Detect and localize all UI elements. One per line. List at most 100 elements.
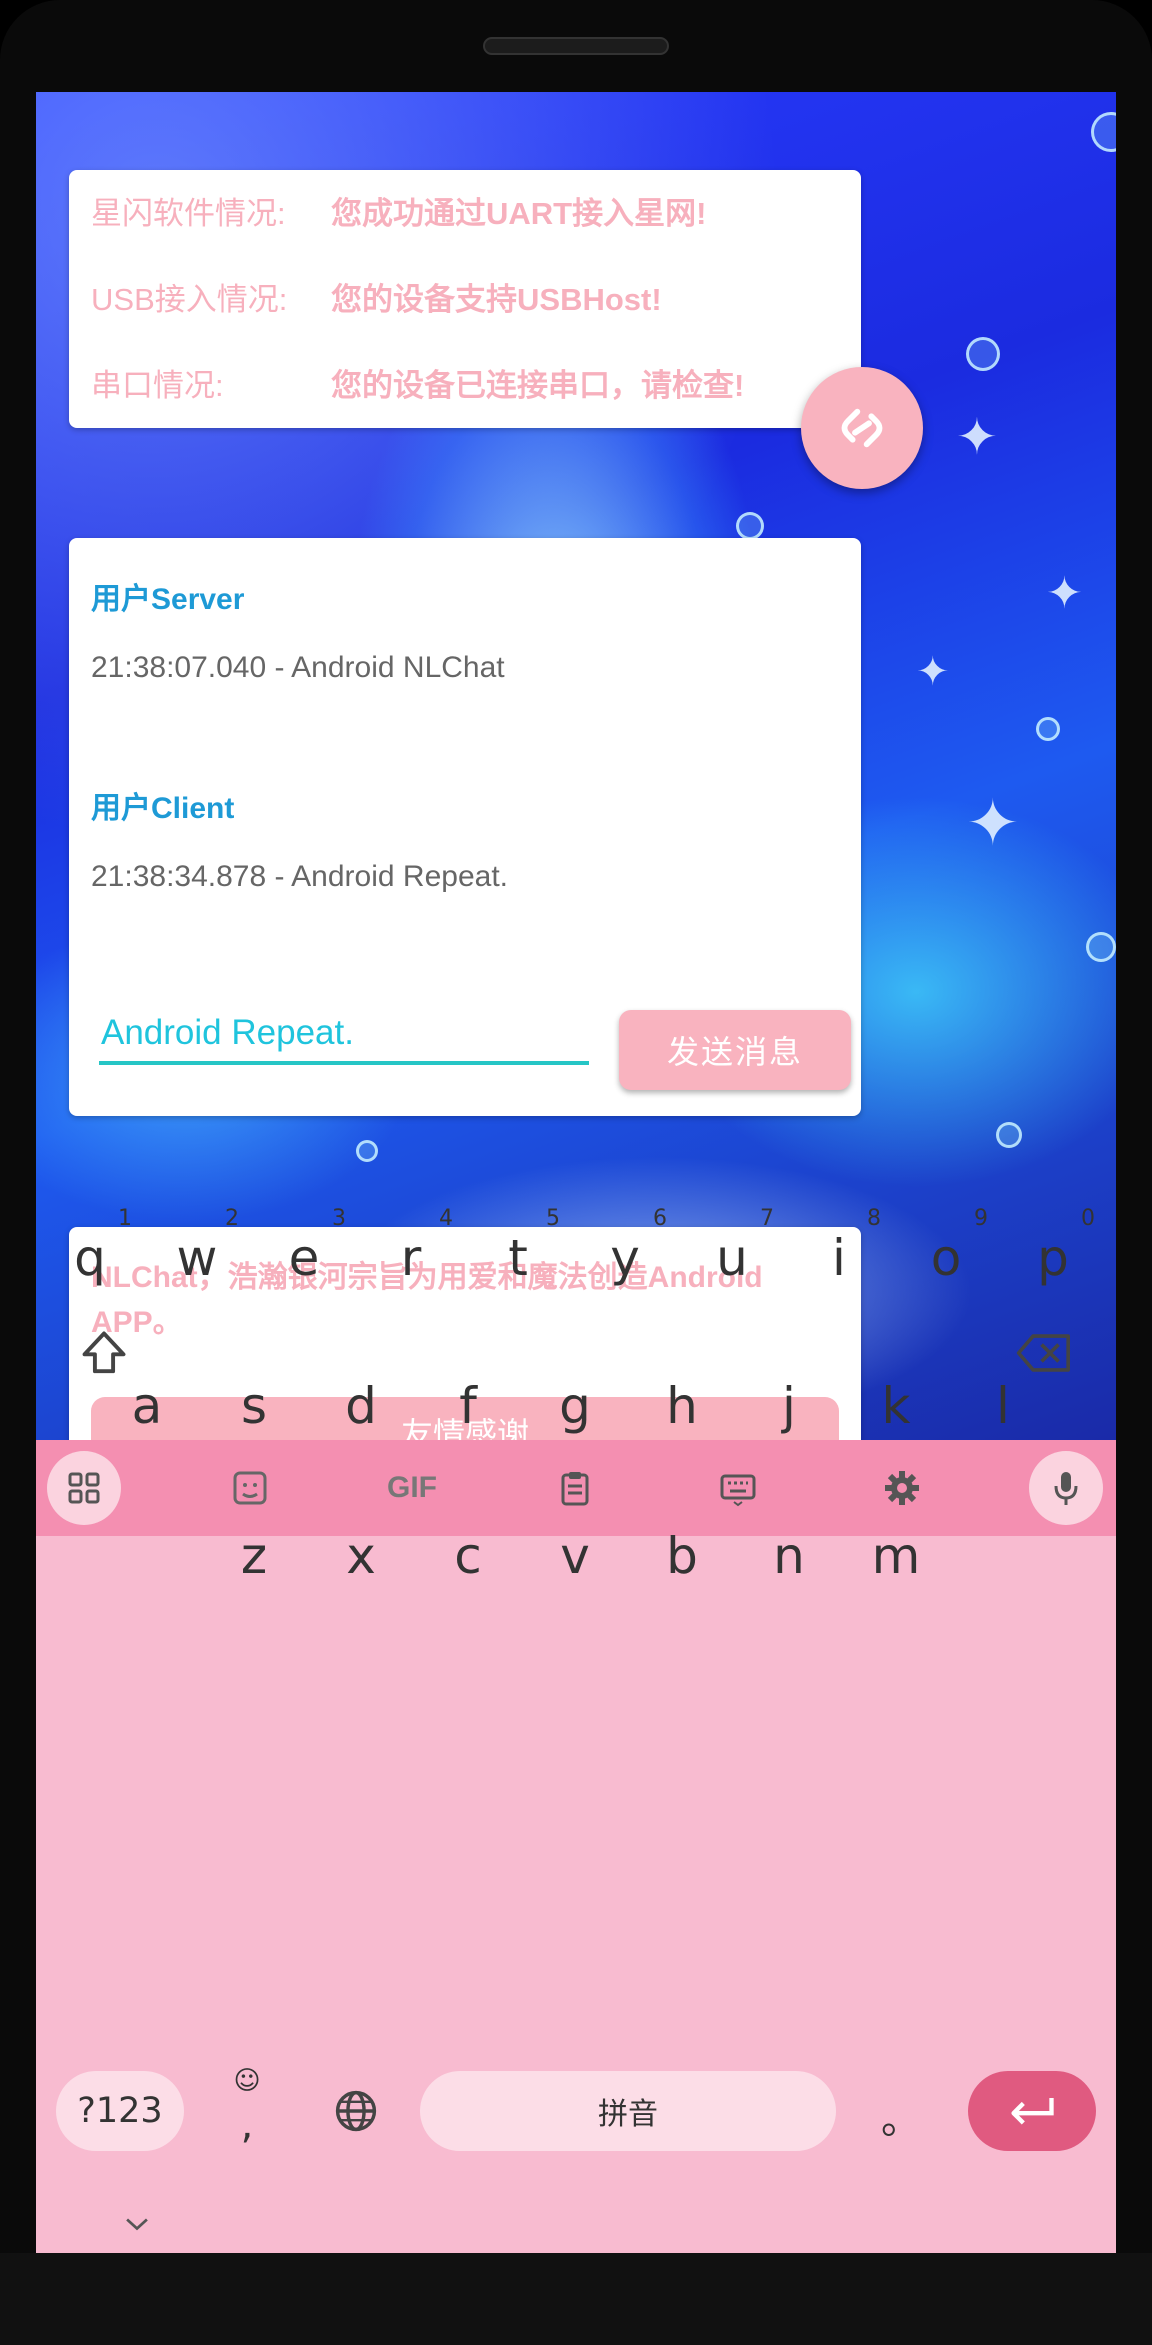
key-d[interactable]: d — [311, 1356, 411, 1456]
status-label: 星闪软件情况: — [91, 196, 286, 231]
emoji-hint: ☺ — [233, 2066, 261, 2096]
key-label: u — [716, 1229, 748, 1287]
manta-ray-icon: ✦ — [966, 787, 1020, 861]
symbols-key[interactable]: ?123 — [56, 2071, 184, 2151]
key-label: o — [930, 1229, 962, 1287]
key-number-hint: 0 — [1081, 1206, 1095, 1231]
key-r[interactable]: r4 — [361, 1206, 461, 1308]
backspace-key[interactable] — [1004, 1318, 1084, 1388]
key-z[interactable]: z — [204, 1506, 304, 1606]
key-p[interactable]: p0 — [1003, 1206, 1103, 1308]
status-value: 您的设备支持USBHost! — [331, 282, 662, 317]
key-label: v — [560, 1527, 590, 1585]
speaker-grille — [483, 37, 669, 55]
key-label: n — [773, 1527, 805, 1585]
key-o[interactable]: o9 — [896, 1206, 996, 1308]
language-key[interactable] — [321, 2076, 391, 2146]
soft-keyboard: GIF q1w2e3r4t5y6u7i8o9p0 asdfghjkl zx c … — [36, 1206, 1116, 2253]
key-j[interactable]: j — [739, 1356, 839, 1456]
key-f[interactable]: f — [418, 1356, 518, 1456]
key-x[interactable]: x — [311, 1506, 411, 1606]
key-label: c — [454, 1527, 482, 1585]
period-key[interactable]: 。 — [866, 2076, 936, 2156]
status-label: 串口情况: — [91, 368, 224, 403]
key-t[interactable]: t5 — [468, 1206, 568, 1308]
chat-username: 用户Client — [91, 792, 235, 825]
key-label: k — [881, 1377, 911, 1435]
backspace-icon — [1016, 1334, 1070, 1372]
screen: ✦ ✦ ✦ ✦ 星闪软件情况: 您成功通过UART接入星网! USB接入情况: … — [36, 92, 1116, 2253]
bubble — [1036, 717, 1060, 741]
globe-icon — [335, 2090, 377, 2132]
status-label: USB接入情况: — [91, 282, 288, 317]
key-s[interactable]: s — [204, 1356, 304, 1456]
key-label: w — [176, 1229, 218, 1287]
bubble — [1091, 112, 1116, 152]
key-number-hint: 3 — [332, 1206, 346, 1231]
status-card: 星闪软件情况: 您成功通过UART接入星网! USB接入情况: 您的设备支持US… — [69, 170, 861, 428]
collapse-keyboard-button[interactable] — [112, 2204, 162, 2244]
key-label: r — [400, 1229, 422, 1287]
key-label: q — [74, 1229, 106, 1287]
key-label: d — [345, 1377, 377, 1435]
phone-frame: ✦ ✦ ✦ ✦ 星闪软件情况: 您成功通过UART接入星网! USB接入情况: … — [0, 0, 1152, 2345]
bubble — [966, 337, 1000, 371]
bubble — [736, 512, 764, 540]
key-number-hint: 2 — [225, 1206, 239, 1231]
manta-ray-icon: ✦ — [956, 408, 998, 466]
send-message-button[interactable]: 发送消息 — [619, 1010, 851, 1090]
key-label: y — [610, 1229, 640, 1287]
enter-icon — [1011, 2098, 1054, 2125]
key-v[interactable]: v — [525, 1506, 625, 1606]
enter-key[interactable] — [968, 2071, 1096, 2151]
chat-message: 21:38:07.040 - Android NLChat — [91, 651, 505, 684]
comma-label: , — [240, 2102, 254, 2148]
key-number-hint: 5 — [546, 1206, 560, 1231]
bubble — [1086, 932, 1116, 962]
key-number-hint: 4 — [439, 1206, 453, 1231]
message-input[interactable] — [99, 1005, 589, 1065]
space-key[interactable]: 拼音 — [420, 2071, 836, 2151]
status-value: 您的设备已连接串口，请检查! — [331, 368, 745, 403]
key-n[interactable]: n — [739, 1506, 839, 1606]
chat-card: 用户Server 21:38:07.040 - Android NLChat 用… — [69, 538, 861, 1116]
key-label: e — [288, 1229, 320, 1287]
manta-ray-icon: ✦ — [1046, 568, 1083, 619]
key-label: f — [459, 1377, 477, 1435]
key-label: x — [346, 1527, 376, 1585]
key-label: i — [832, 1229, 846, 1287]
key-y[interactable]: y6 — [575, 1206, 675, 1308]
chat-message: 21:38:34.878 - Android Repeat. — [91, 860, 508, 893]
key-label: b — [666, 1527, 698, 1585]
connect-fab-button[interactable] — [801, 367, 923, 489]
key-label: h — [666, 1377, 698, 1435]
key-k[interactable]: k — [846, 1356, 946, 1456]
key-label: s — [240, 1377, 268, 1435]
key-u[interactable]: u7 — [682, 1206, 782, 1308]
key-number-hint: 1 — [118, 1206, 132, 1231]
comma-key[interactable]: ☺ , — [214, 2062, 280, 2162]
chat-username: 用户Server — [91, 583, 245, 616]
key-m[interactable]: m — [846, 1506, 946, 1606]
key-g[interactable]: g — [525, 1356, 625, 1456]
key-b[interactable]: b — [632, 1506, 732, 1606]
key-label: m — [871, 1527, 921, 1585]
key-w[interactable]: w2 — [147, 1206, 247, 1308]
key-h[interactable]: h — [632, 1356, 732, 1456]
key-label: g — [559, 1377, 591, 1435]
shift-icon — [82, 1331, 126, 1374]
key-c[interactable]: c — [418, 1506, 518, 1606]
microphone-icon[interactable] — [1029, 1451, 1103, 1525]
key-label: p — [1037, 1229, 1069, 1287]
key-q[interactable]: q1 — [40, 1206, 140, 1308]
shift-key[interactable] — [69, 1318, 139, 1388]
key-label: z — [240, 1527, 268, 1585]
apps-grid-icon[interactable] — [47, 1451, 121, 1525]
key-label: j — [782, 1377, 796, 1435]
key-e[interactable]: e3 — [254, 1206, 354, 1308]
status-value: 您成功通过UART接入星网! — [331, 196, 707, 231]
key-number-hint: 9 — [974, 1206, 988, 1231]
key-i[interactable]: i8 — [789, 1206, 889, 1308]
chevron-down-icon — [126, 2218, 148, 2231]
bubble — [996, 1122, 1022, 1148]
